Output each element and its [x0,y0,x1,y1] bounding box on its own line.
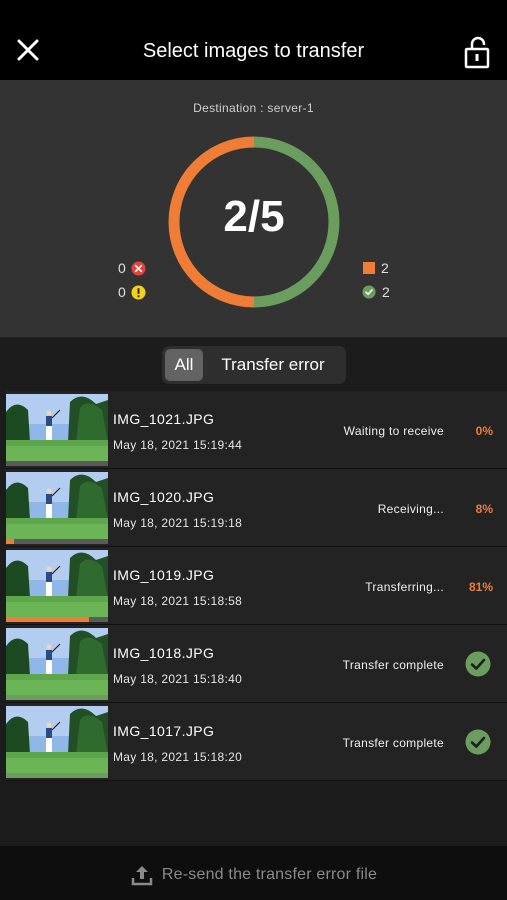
in-progress-stat: 2 [363,260,389,276]
thumbnail-image [6,706,108,773]
file-date: May 18, 2021 15:19:44 [113,438,243,452]
error-count: 0 [118,260,126,276]
thumbnail[interactable] [6,472,108,544]
file-name: IMG_1020.JPG [113,489,215,505]
progress-ring: 2/5 [160,128,348,316]
file-date: May 18, 2021 15:19:18 [113,516,243,530]
file-name: IMG_1019.JPG [113,567,215,583]
transfer-percent: 8% [475,502,493,516]
complete-check-icon [362,285,376,299]
complete-stat: 2 [362,284,390,300]
transfer-complete-icon [465,729,491,755]
list-item[interactable]: IMG_1021.JPG May 18, 2021 15:19:44 Waiti… [6,391,507,469]
filter-transfer-error-tab[interactable]: Transfer error [203,349,343,381]
complete-count: 2 [382,284,390,300]
transfer-status: Receiving... [377,502,444,516]
file-date: May 18, 2021 15:18:40 [113,672,243,686]
in-progress-square-icon [363,262,375,274]
filter-segmented-control: All Transfer error [162,346,346,384]
thumbnail[interactable] [6,394,108,466]
thumbnail-progress-bar [6,695,108,700]
warning-stat: 0 [118,284,146,300]
thumbnail[interactable] [6,628,108,700]
warning-icon [131,284,146,300]
upload-icon [131,866,153,886]
thumbnail-progress-bar [6,461,108,466]
thumbnail[interactable] [6,706,108,778]
list-item[interactable]: IMG_1018.JPG May 18, 2021 15:18:40 Trans… [6,625,507,703]
transfer-status: Transfer complete [342,658,444,672]
thumbnail-progress-fill [6,617,89,622]
thumbnail-progress-bar [6,773,108,778]
thumbnail[interactable] [6,550,108,622]
transfer-percent: 0% [475,424,493,438]
list-item[interactable]: IMG_1017.JPG May 18, 2021 15:18:20 Trans… [6,703,507,781]
bottom-bar: Re-send the transfer error file [0,846,507,900]
in-progress-count: 2 [381,260,389,276]
error-stat: 0 [118,260,146,276]
thumbnail-progress-fill [6,773,108,778]
lock-button[interactable] [457,32,497,72]
page-title: Select images to transfer [142,40,365,62]
file-name: IMG_1021.JPG [113,411,215,427]
transfer-count: 2/5 [223,192,285,241]
transfer-status: Waiting to receive [343,424,444,438]
thumbnail-image [6,550,108,617]
file-date: May 18, 2021 15:18:58 [113,594,243,608]
file-date: May 18, 2021 15:18:20 [113,750,243,764]
transfer-summary: Destination : server-1 2/5 0 0 2 2 [0,80,507,337]
thumbnail-image [6,394,108,461]
thumbnail-progress-bar [6,617,108,622]
error-icon [131,260,146,276]
thumbnail-progress-bar [6,539,108,544]
file-name: IMG_1018.JPG [113,645,215,661]
list-item[interactable]: IMG_1019.JPG May 18, 2021 15:18:58 Trans… [6,547,507,625]
resend-label: Re-send the transfer error file [161,866,378,883]
thumbnail-progress-fill [6,695,108,700]
thumbnail-image [6,628,108,695]
file-name: IMG_1017.JPG [113,723,215,739]
thumbnail-progress-fill [6,539,15,544]
top-bar: Select images to transfer [0,0,507,80]
transfer-status: Transfer complete [342,736,444,750]
transfer-percent: 81% [468,580,493,594]
image-list: IMG_1021.JPG May 18, 2021 15:19:44 Waiti… [6,391,507,781]
transfer-complete-icon [465,651,491,677]
unlock-icon[interactable] [463,35,491,69]
warning-count: 0 [118,284,126,300]
filter-bar: All Transfer error [0,337,507,391]
resend-error-button[interactable]: Re-send the transfer error file [0,863,507,887]
destination-label: Destination : server-1 [193,101,314,115]
transfer-status: Transferring... [365,580,444,594]
thumbnail-image [6,472,108,539]
list-item[interactable]: IMG_1020.JPG May 18, 2021 15:19:18 Recei… [6,469,507,547]
filter-all-tab[interactable]: All [165,349,203,381]
